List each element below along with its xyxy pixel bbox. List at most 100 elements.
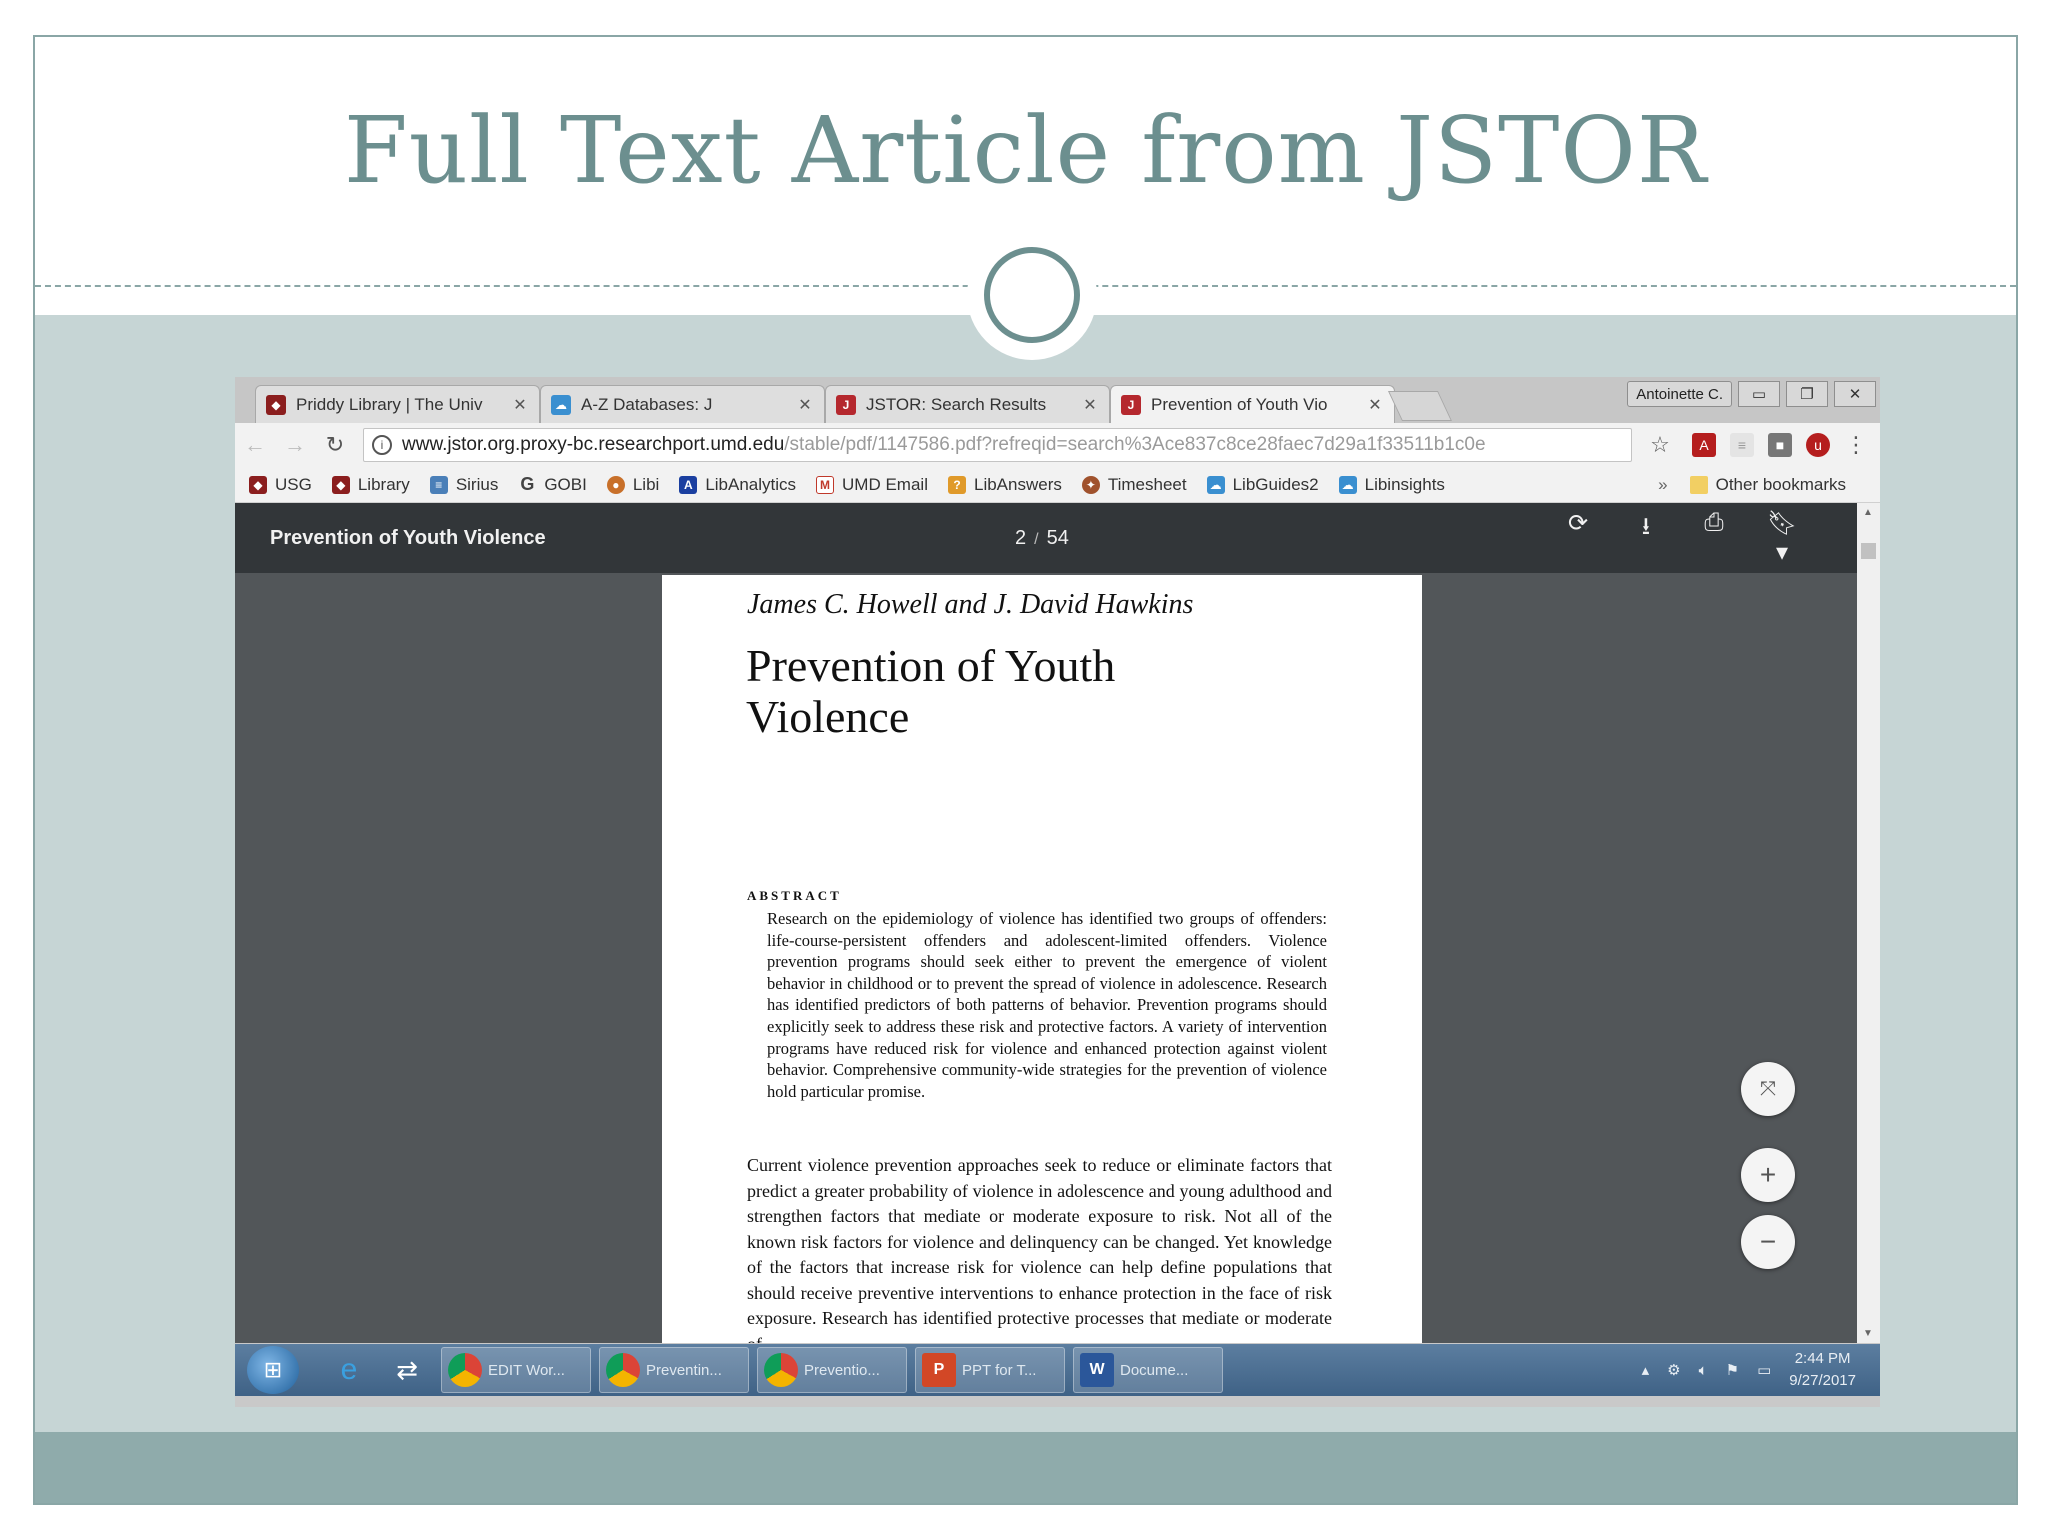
bookmark-usg[interactable]: ◆ USG [249,475,312,495]
bookmark-libanalytics[interactable]: A LibAnalytics [679,475,796,495]
new-tab-button[interactable] [1388,391,1452,421]
article-authors: James C. Howell and J. David Hawkins [747,589,1194,620]
system-tray: ▴ ⚙ 🔈︎ ⚑ ▭ 2:44 PM 9/27/2017 [1642,1348,1856,1392]
scroll-down-icon[interactable]: ▼ [1863,1328,1873,1339]
bookmark-label: Libi [632,474,660,494]
bookmark-libanswers[interactable]: ? LibAnswers [947,474,1062,495]
taskbar-item-chrome-2[interactable]: Preventin... [599,1347,749,1393]
page-separator: / [1034,530,1039,548]
zoom-out-button[interactable]: − [1741,1215,1795,1269]
clock[interactable]: 2:44 PM 9/27/2017 [1789,1348,1856,1392]
taskbar-label: Preventio... [804,1361,880,1379]
download-icon[interactable]: ⭳ [1631,509,1661,567]
chrome-icon [448,1353,482,1387]
taskbar-label: Docume... [1120,1361,1189,1379]
bookmark-library[interactable]: ◆ Library [331,475,410,495]
network-icon[interactable]: ⚙ [1667,1361,1680,1379]
minimize-button[interactable]: ▭ [1738,381,1780,407]
bookmark-umd-email[interactable]: M UMD Email [816,475,928,495]
gobi-icon: G [520,474,535,494]
bookmark-label: Libinsights [1364,474,1445,494]
action-center-icon[interactable]: ⚑ [1726,1361,1739,1379]
switch-windows-icon[interactable]: ⇄ [381,1347,433,1393]
bookmark-sirius[interactable]: ≡ Sirius [429,475,498,495]
scroll-up-icon[interactable]: ▲ [1863,507,1873,518]
footer-band [35,1432,2016,1503]
scrollbar-thumb[interactable] [1861,543,1876,559]
volume-icon[interactable]: 🔈︎ [1699,1362,1708,1379]
forward-button[interactable]: → [275,432,315,458]
info-icon[interactable]: i [372,435,392,455]
cloud-icon: ☁ [551,394,571,415]
bookmark-dropdown-icon[interactable]: 🔖︎▾ [1767,509,1797,567]
abstract-text: Research on the epidemiology of violence… [767,909,1327,1101]
tab-jstor-search[interactable]: J JSTOR: Search Results ✕ [825,385,1110,423]
address-bar[interactable]: i www.jstor.org.proxy-bc.researchport.um… [363,428,1632,462]
show-hidden-icons-icon[interactable]: ▴ [1642,1361,1650,1379]
bookmark-label: LibGuides2 [1232,474,1319,494]
bookmark-label: GOBI [544,474,587,494]
close-window-button[interactable]: ✕ [1834,381,1876,407]
close-icon[interactable]: ✕ [511,395,529,415]
browser-screenshot: ◆ Priddy Library | The Univ ✕ ☁ A-Z Data… [235,377,1880,1407]
profile-button[interactable]: Antoinette C. [1627,381,1732,407]
close-icon[interactable]: ✕ [1366,395,1384,415]
pdf-title: Prevention of Youth Violence [270,526,546,549]
other-bookmarks[interactable]: Other bookmarks [1689,474,1846,495]
bookmark-label: USG [275,474,312,494]
taskbar-item-word[interactable]: W Docume... [1073,1347,1223,1393]
bookmark-label: LibAnalytics [705,474,797,494]
tab-az-databases[interactable]: ☁ A-Z Databases: J ✕ [540,385,825,423]
libanswers-icon: ? [947,475,966,494]
tab-priddy-library[interactable]: ◆ Priddy Library | The Univ ✕ [255,385,540,423]
restore-button[interactable]: ❐ [1786,381,1828,407]
back-button[interactable]: ← [235,432,275,458]
fit-to-page-button[interactable]: ⤧ [1741,1062,1795,1116]
chrome-icon [764,1353,798,1387]
rotate-icon[interactable]: ⟳ [1563,509,1593,567]
clock-time: 2:44 PM [1794,1350,1851,1367]
bookmark-star-icon[interactable]: ☆ [1640,432,1680,458]
close-icon[interactable]: ✕ [1081,395,1099,415]
pdf-viewer[interactable]: Prevention of Youth Violence 2 / 54 ⟳ ⭳ ⎙ … [235,503,1857,1343]
acrobat-icon[interactable]: A [1692,433,1716,457]
display-icon[interactable]: ▭ [1757,1361,1771,1379]
jstor-icon: J [1121,394,1141,415]
browser-toolbar: ← → ↻ i www.jstor.org.proxy-bc.researchp… [235,423,1880,467]
start-button[interactable]: ⊞ [247,1346,299,1394]
powerpoint-icon: P [922,1353,956,1387]
tab-prevention-youth-violence[interactable]: J Prevention of Youth Vio ✕ [1110,385,1395,423]
taskbar-item-chrome-3[interactable]: Preventio... [757,1347,907,1393]
current-page[interactable]: 2 [1015,527,1026,549]
bookmark-timesheet[interactable]: ✦ Timesheet [1081,475,1187,495]
bookmark-libinsights[interactable]: ☁ Libinsights [1338,474,1445,495]
reload-button[interactable]: ↻ [315,432,355,458]
scrollbar[interactable]: ▲ ▼ [1857,503,1880,1343]
timesheet-icon: ✦ [1081,475,1100,494]
zoom-in-button[interactable]: + [1741,1148,1795,1202]
divider-ornament [967,230,1097,360]
extension-icon[interactable]: ■ [1768,433,1792,457]
window-controls: Antoinette C. ▭ ❐ ✕ [1627,381,1876,407]
libanalytics-icon: A [679,475,698,494]
taskbar-item-chrome-1[interactable]: EDIT Wor... [441,1347,591,1393]
print-icon[interactable]: ⎙ [1699,509,1729,567]
close-icon[interactable]: ✕ [796,395,814,415]
bookmarks-bar: ◆ USG ◆ Library ≡ Sirius G GOBI ● Libi A LibAn… [235,467,1880,503]
bookmark-label: LibAnswers [973,474,1062,494]
tab-label: A-Z Databases: J [581,394,713,414]
tab-label: Prevention of Youth Vio [1151,394,1328,414]
bookmarks-overflow-button[interactable]: » [1658,475,1667,495]
taskbar-item-powerpoint[interactable]: P PPT for T... [915,1347,1065,1393]
internet-explorer-icon[interactable]: e [323,1347,375,1393]
taskbar-label: EDIT Wor... [488,1361,565,1379]
bookmark-libi[interactable]: ● Libi [606,474,660,495]
bookmark-label: Other bookmarks [1715,474,1846,494]
bookmark-libguides2[interactable]: ☁ LibGuides2 [1206,474,1319,495]
ublock-icon[interactable]: u [1806,433,1830,457]
clock-date: 9/27/2017 [1789,1372,1856,1389]
bookmark-gobi[interactable]: G GOBI [518,474,587,495]
jstor-icon: J [836,394,856,415]
menu-icon[interactable]: ⋮ [1844,432,1868,457]
page-icon[interactable]: ≡ [1730,433,1754,457]
